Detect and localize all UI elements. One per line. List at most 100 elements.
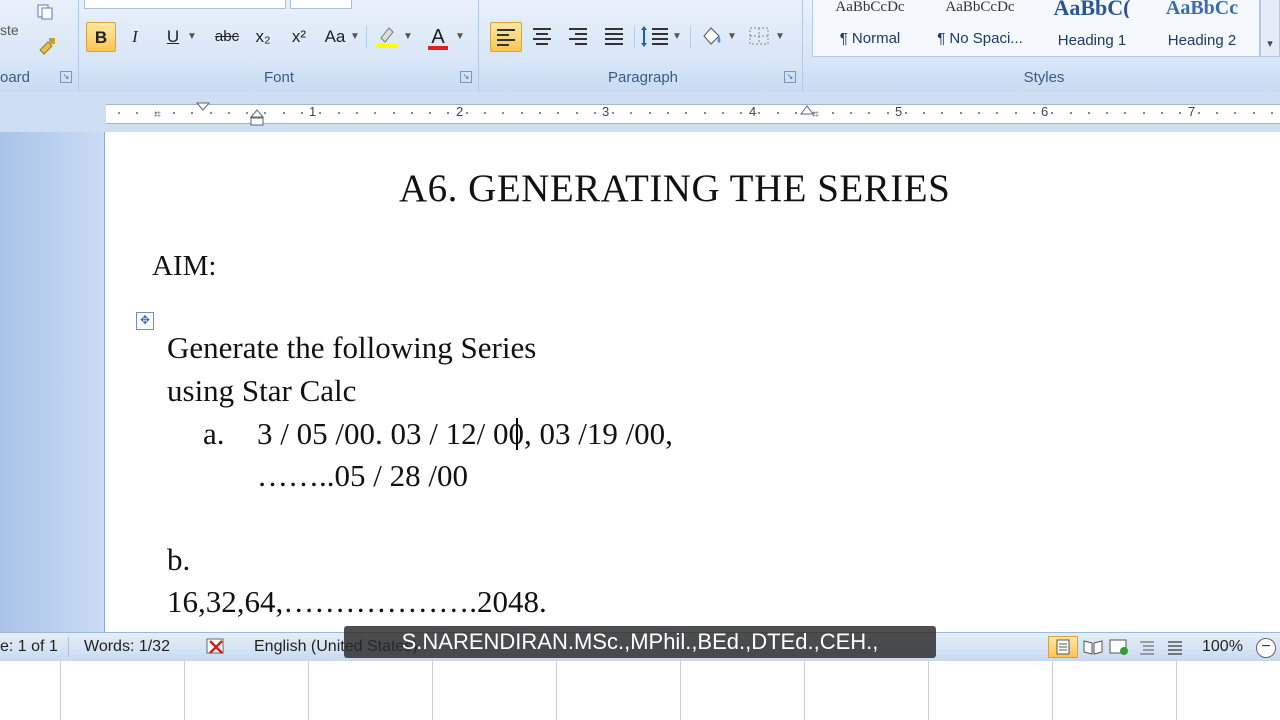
first-line-indent-icon[interactable] bbox=[195, 99, 211, 117]
font-color-dropdown-icon[interactable]: ▼ bbox=[454, 22, 466, 52]
hanging-indent-icon[interactable] bbox=[249, 109, 265, 132]
justify-button[interactable] bbox=[598, 22, 630, 52]
document-page[interactable]: A6. GENERATING THE SERIES AIM: ✥ Generat… bbox=[104, 132, 1280, 632]
ruler-tick bbox=[1253, 112, 1255, 114]
styles-gallery-scroll[interactable]: ▾ bbox=[1260, 0, 1280, 57]
web-layout-icon[interactable] bbox=[1108, 637, 1130, 662]
ruler-tick bbox=[356, 112, 358, 114]
ruler-tick bbox=[136, 112, 138, 114]
borders-button[interactable] bbox=[744, 22, 774, 52]
style-normal[interactable]: AaBbCcDc ¶ Normal bbox=[817, 0, 923, 54]
ruler-tick bbox=[1106, 112, 1108, 114]
ruler-tick bbox=[191, 112, 193, 114]
bold-button[interactable]: B bbox=[86, 22, 116, 52]
document-title: A6. GENERATING THE SERIES bbox=[399, 167, 951, 210]
ruler-tick bbox=[667, 112, 669, 114]
font-group: B I U ▼ abc x₂ x² Aa ▼ ▼ A ▼ Font ↘ bbox=[80, 0, 479, 92]
align-center-button[interactable] bbox=[526, 22, 558, 52]
word-count-status[interactable]: Words: 1/32 bbox=[84, 638, 170, 656]
paragraph-group-label: Paragraph bbox=[607, 69, 679, 86]
ruler-number: 5 bbox=[895, 104, 903, 119]
zoom-level[interactable]: 100% bbox=[1202, 638, 1243, 656]
align-right-button[interactable] bbox=[562, 22, 594, 52]
ruler-tick bbox=[411, 112, 413, 114]
ruler-tick bbox=[704, 112, 706, 114]
line-spacing-button[interactable] bbox=[638, 22, 672, 52]
outline-view-icon[interactable] bbox=[1136, 637, 1158, 662]
paste-label[interactable]: ste bbox=[0, 22, 19, 38]
ruler-tick bbox=[795, 112, 797, 114]
print-layout-view-button[interactable] bbox=[1048, 636, 1078, 658]
ruler-tick bbox=[429, 112, 431, 114]
grid-line bbox=[1052, 661, 1053, 720]
ruler-tick bbox=[813, 112, 815, 114]
change-case-dropdown-icon[interactable]: ▼ bbox=[350, 22, 360, 52]
ruler-tick bbox=[941, 112, 943, 114]
shading-dropdown-icon[interactable]: ▼ bbox=[726, 22, 738, 52]
underline-button[interactable]: U bbox=[160, 22, 186, 52]
style-heading-1[interactable]: AaBbC( Heading 1 bbox=[1039, 0, 1145, 54]
style-heading-2[interactable]: AaBbCc Heading 2 bbox=[1149, 0, 1255, 54]
ruler-tick bbox=[374, 112, 376, 114]
underline-dropdown-icon[interactable]: ▼ bbox=[186, 22, 198, 52]
style-normal-sample: AaBbCcDc bbox=[835, 0, 905, 15]
full-screen-reading-icon[interactable] bbox=[1082, 637, 1104, 662]
tab-stop-icon[interactable]: ⌗ bbox=[154, 107, 161, 122]
item-b-label: b. bbox=[167, 542, 191, 577]
ruler-tick bbox=[594, 112, 596, 114]
font-launcher-icon[interactable]: ↘ bbox=[460, 71, 472, 83]
grid-line bbox=[184, 661, 185, 720]
draft-view-icon[interactable] bbox=[1164, 637, 1186, 662]
shading-button[interactable] bbox=[696, 22, 726, 52]
page-count-status[interactable]: e: 1 of 1 bbox=[0, 638, 58, 656]
style-no-spacing-sample: AaBbCcDc bbox=[945, 0, 1015, 15]
paragraph-separator bbox=[634, 26, 635, 48]
change-case-button[interactable]: Aa bbox=[320, 22, 350, 52]
ruler-tick bbox=[1271, 112, 1273, 114]
instruction-line-2: using Star Calc bbox=[167, 373, 357, 408]
ruler-tick bbox=[173, 112, 175, 114]
highlight-button[interactable] bbox=[372, 22, 402, 52]
ruler-tick bbox=[905, 112, 907, 114]
italic-button[interactable]: I bbox=[122, 22, 148, 52]
strikethrough-button[interactable]: abc bbox=[210, 22, 244, 52]
align-left-button[interactable] bbox=[490, 22, 522, 52]
ruler-tick bbox=[447, 112, 449, 114]
font-size-box[interactable] bbox=[290, 0, 352, 9]
status-separator bbox=[68, 637, 69, 657]
superscript-button[interactable]: x² bbox=[286, 22, 312, 52]
paragraph-launcher-icon[interactable]: ↘ bbox=[784, 71, 796, 83]
copy-icon[interactable] bbox=[36, 4, 54, 20]
align-right-icon bbox=[569, 28, 587, 45]
ruler-number: 3 bbox=[602, 104, 610, 119]
paint-bucket-icon bbox=[703, 27, 721, 45]
subscript-button[interactable]: x₂ bbox=[250, 22, 276, 52]
ruler-tick bbox=[539, 112, 541, 114]
font-name-box[interactable] bbox=[84, 0, 286, 9]
print-layout-icon bbox=[1056, 639, 1070, 655]
highlight-dropdown-icon[interactable]: ▼ bbox=[402, 22, 414, 52]
clipboard-group: ste oard ↘ bbox=[0, 0, 79, 92]
ruler-tick bbox=[264, 112, 266, 114]
ruler-tick bbox=[283, 112, 285, 114]
borders-dropdown-icon[interactable]: ▼ bbox=[774, 22, 786, 52]
left-workspace bbox=[0, 132, 104, 632]
proofing-error-icon[interactable] bbox=[204, 636, 230, 663]
grid-line bbox=[680, 661, 681, 720]
ruler-tick bbox=[155, 112, 157, 114]
font-color-button[interactable]: A bbox=[424, 22, 452, 52]
ruler-tick bbox=[850, 112, 852, 114]
ruler-tick bbox=[1015, 112, 1017, 114]
ruler-tick bbox=[1033, 112, 1035, 114]
format-painter-icon[interactable] bbox=[36, 36, 58, 56]
style-no-spacing[interactable]: AaBbCcDc ¶ No Spaci... bbox=[927, 0, 1033, 54]
line-spacing-dropdown-icon[interactable]: ▼ bbox=[672, 22, 682, 52]
ruler-tick bbox=[557, 112, 559, 114]
ruler-strip[interactable]: 1 2 3 4 5 6 7 ⌗ ⌗ bbox=[106, 102, 1280, 126]
table-move-handle-icon[interactable]: ✥ bbox=[136, 312, 154, 330]
clipboard-launcher-icon[interactable]: ↘ bbox=[60, 71, 72, 83]
column-marker-icon[interactable]: ⌗ bbox=[812, 107, 819, 122]
zoom-out-icon[interactable]: − bbox=[1256, 638, 1276, 658]
grid-line bbox=[804, 661, 805, 720]
ruler-tick bbox=[1179, 112, 1181, 114]
